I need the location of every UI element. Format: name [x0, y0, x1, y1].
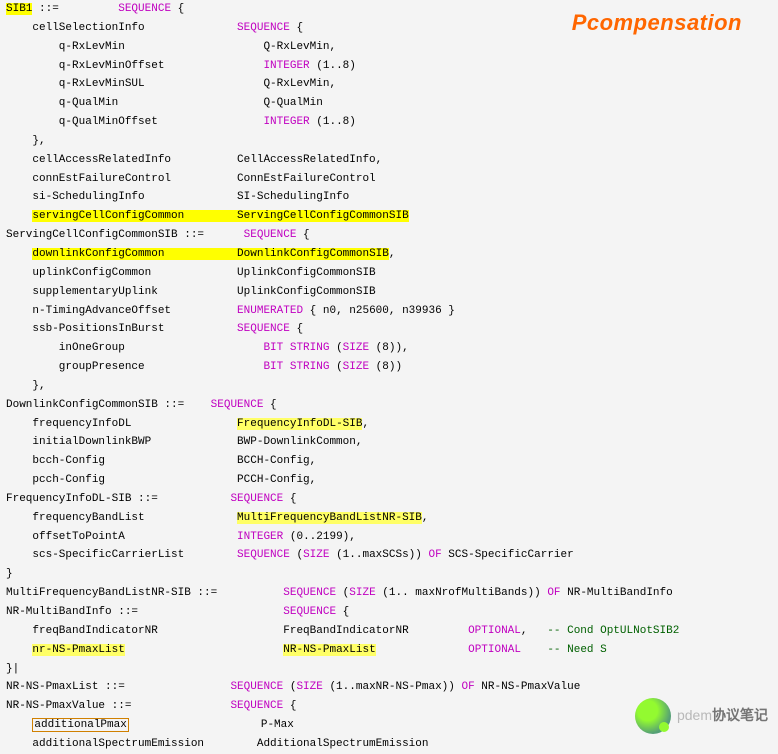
code-line: connEstFailureControl ConnEstFailureCont… — [0, 170, 778, 189]
code-line: cellAccessRelatedInfo CellAccessRelatedI… — [0, 151, 778, 170]
code-line: q-RxLevMin Q-RxLevMin, — [0, 38, 778, 57]
code-line: frequencyBandList MultiFrequencyBandList… — [0, 509, 778, 528]
code-line: ssb-PositionsInBurst SEQUENCE { — [0, 320, 778, 339]
code-line: supplementaryUplink UplinkConfigCommonSI… — [0, 283, 778, 302]
code-line: NR-NS-PmaxList ::= SEQUENCE (SIZE (1..ma… — [0, 678, 778, 697]
code-line: freqBandIndicatorNR FreqBandIndicatorNR … — [0, 622, 778, 641]
code-line: bcch-Config BCCH-Config, — [0, 452, 778, 471]
code-line: initialDownlinkBWP BWP-DownlinkCommon, — [0, 433, 778, 452]
code-line: DownlinkConfigCommonSIB ::= SEQUENCE { — [0, 396, 778, 415]
code-line: uplinkConfigCommon UplinkConfigCommonSIB — [0, 264, 778, 283]
code-line: }| — [0, 660, 778, 679]
code-line: additionalSpectrumEmission AdditionalSpe… — [0, 735, 778, 754]
code-line: n-TimingAdvanceOffset ENUMERATED { n0, n… — [0, 302, 778, 321]
code-line: servingCellConfigCommon ServingCellConfi… — [0, 207, 778, 226]
code-line: groupPresence BIT STRING (SIZE (8)) — [0, 358, 778, 377]
code-line: }, — [0, 132, 778, 151]
code-line: NR-MultiBandInfo ::= SEQUENCE { — [0, 603, 778, 622]
code-line: frequencyInfoDL FrequencyInfoDL-SIB, — [0, 415, 778, 434]
watermark: pdem协议笔记 — [635, 698, 768, 734]
wechat-icon — [635, 698, 671, 734]
asn1-code-block: SIB1 ::= SEQUENCE { cellSelectionInfo SE… — [0, 0, 778, 754]
code-line: q-QualMin Q-QualMin — [0, 94, 778, 113]
code-line: inOneGroup BIT STRING (SIZE (8)), — [0, 339, 778, 358]
code-line: downlinkConfigCommon DownlinkConfigCommo… — [0, 245, 778, 264]
code-line: }, — [0, 377, 778, 396]
code-line: q-RxLevMinSUL Q-RxLevMin, — [0, 75, 778, 94]
code-line: FrequencyInfoDL-SIB ::= SEQUENCE { — [0, 490, 778, 509]
code-line: si-SchedulingInfo SI-SchedulingInfo — [0, 188, 778, 207]
watermark-prefix: pdem — [677, 707, 712, 723]
page-title: Pcompensation — [572, 8, 742, 38]
watermark-text: pdem协议笔记 — [677, 706, 768, 725]
code-line: } — [0, 565, 778, 584]
code-line: MultiFrequencyBandListNR-SIB ::= SEQUENC… — [0, 584, 778, 603]
code-line: pcch-Config PCCH-Config, — [0, 471, 778, 490]
code-line: q-RxLevMinOffset INTEGER (1..8) — [0, 57, 778, 76]
code-line: nr-NS-PmaxList NR-NS-PmaxList OPTIONAL -… — [0, 641, 778, 660]
code-line: offsetToPointA INTEGER (0..2199), — [0, 528, 778, 547]
watermark-main: 协议笔记 — [712, 707, 768, 723]
code-line: q-QualMinOffset INTEGER (1..8) — [0, 113, 778, 132]
code-line: scs-SpecificCarrierList SEQUENCE (SIZE (… — [0, 546, 778, 565]
code-line: ServingCellConfigCommonSIB ::= SEQUENCE … — [0, 226, 778, 245]
